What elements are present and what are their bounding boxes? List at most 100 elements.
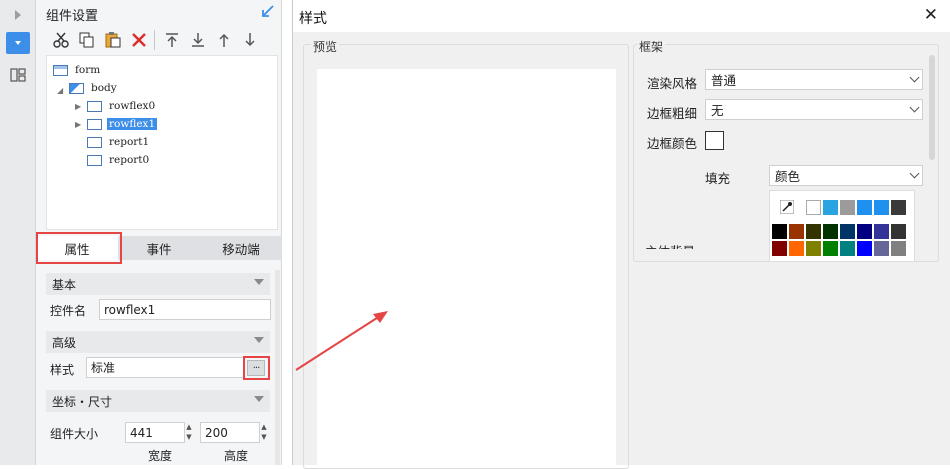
section-position-size[interactable]: 坐标・尺寸 bbox=[46, 390, 270, 412]
color-swatch[interactable] bbox=[806, 241, 821, 256]
tree-node-body[interactable]: body bbox=[69, 80, 119, 96]
color-swatch[interactable] bbox=[840, 224, 855, 239]
style-label: 样式 bbox=[50, 363, 75, 377]
height-stepper[interactable]: ▲ ▼ bbox=[259, 422, 269, 442]
cut-icon[interactable] bbox=[52, 31, 70, 49]
color-swatch[interactable] bbox=[772, 241, 787, 256]
scrollbar[interactable] bbox=[929, 55, 935, 160]
color-swatch[interactable] bbox=[772, 224, 787, 239]
color-palette bbox=[769, 190, 915, 262]
tree-node-label: form bbox=[75, 64, 101, 76]
border-width-select[interactable]: 无 bbox=[705, 99, 923, 120]
color-swatch[interactable] bbox=[789, 241, 804, 256]
expand-right-icon[interactable]: ▶ bbox=[75, 120, 81, 129]
style-dialog: 样式 ✕ 预览 框架 渲染风格 普通 边框粗细 无 边框颜色 填充 颜色 主体背… bbox=[292, 0, 950, 469]
side-strip bbox=[0, 0, 36, 465]
copy-icon[interactable] bbox=[78, 31, 96, 49]
border-color-label: 边框颜色 bbox=[647, 136, 698, 151]
section-title: 基本 bbox=[52, 277, 77, 292]
preview-canvas bbox=[317, 69, 616, 465]
tree-node-form[interactable]: form bbox=[53, 62, 102, 78]
section-basic[interactable]: 基本 bbox=[46, 273, 270, 295]
highlight-box bbox=[36, 232, 122, 264]
delete-icon[interactable] bbox=[130, 31, 148, 49]
color-swatch[interactable] bbox=[840, 200, 855, 215]
tab-mobile[interactable]: 移动端 bbox=[200, 236, 282, 260]
tree-node-label: rowflex0 bbox=[109, 100, 156, 112]
layout-icon[interactable] bbox=[6, 64, 30, 86]
body-icon bbox=[69, 82, 84, 94]
dialog-title: 样式 bbox=[299, 11, 327, 27]
component-settings-panel: 组件设置 form ◢ body ▶ rowflex0 ▶ rowflex1 r… bbox=[36, 0, 282, 465]
color-swatch[interactable] bbox=[806, 200, 821, 215]
eyedropper-icon[interactable] bbox=[779, 199, 795, 217]
paste-icon[interactable] bbox=[104, 31, 122, 49]
component-settings-icon[interactable] bbox=[6, 32, 30, 54]
color-swatch[interactable] bbox=[857, 241, 872, 256]
report-icon bbox=[87, 136, 102, 148]
render-style-select[interactable]: 普通 bbox=[705, 69, 923, 90]
body-background-label: 主体背景 bbox=[645, 241, 695, 249]
collapse-arrow-icon[interactable] bbox=[6, 4, 30, 26]
height-input[interactable]: 200 bbox=[200, 422, 260, 443]
move-to-bottom-icon[interactable] bbox=[189, 31, 207, 49]
chevron-down-icon bbox=[909, 72, 920, 83]
tree-node-label: body bbox=[91, 82, 117, 94]
color-swatch[interactable] bbox=[823, 224, 838, 239]
chevron-down-icon bbox=[254, 337, 264, 343]
style-input[interactable]: 标准 bbox=[86, 357, 244, 378]
width-input[interactable]: 441 bbox=[125, 422, 185, 443]
toolbar-divider bbox=[154, 30, 155, 50]
render-style-label: 渲染风格 bbox=[647, 76, 698, 91]
move-down-icon[interactable] bbox=[241, 31, 259, 49]
render-style-value: 普通 bbox=[711, 73, 737, 88]
tree-node-rowflex1[interactable]: rowflex1 bbox=[87, 116, 158, 132]
color-swatch[interactable] bbox=[789, 224, 804, 239]
width-stepper[interactable]: ▲ ▼ bbox=[184, 422, 194, 442]
border-width-label: 边框粗细 bbox=[647, 106, 698, 121]
size-label: 组件大小 bbox=[50, 427, 99, 441]
color-swatch[interactable] bbox=[806, 224, 821, 239]
pin-icon[interactable] bbox=[261, 4, 275, 21]
section-title: 高级 bbox=[52, 335, 77, 350]
color-swatch[interactable] bbox=[874, 241, 889, 256]
color-swatch[interactable] bbox=[857, 224, 872, 239]
scrollbar[interactable] bbox=[275, 270, 280, 465]
color-swatch[interactable] bbox=[891, 241, 906, 256]
frame-label: 框架 bbox=[637, 38, 666, 55]
color-swatch[interactable] bbox=[874, 200, 889, 215]
dialog-titlebar bbox=[293, 0, 950, 32]
form-icon bbox=[53, 64, 68, 76]
expand-down-icon[interactable]: ◢ bbox=[57, 86, 63, 95]
tree-node-label: rowflex1 bbox=[107, 118, 158, 130]
color-swatch[interactable] bbox=[857, 200, 872, 215]
tree-node-report0[interactable]: report0 bbox=[87, 152, 151, 168]
control-name-label: 控件名 bbox=[50, 304, 87, 318]
close-icon[interactable]: ✕ bbox=[924, 5, 938, 25]
tree-node-report1[interactable]: report1 bbox=[87, 134, 151, 150]
chevron-down-icon bbox=[909, 102, 920, 113]
chevron-down-icon bbox=[254, 396, 264, 402]
color-swatch[interactable] bbox=[823, 200, 838, 215]
tree-node-label: report0 bbox=[109, 154, 150, 166]
component-tree: form ◢ body ▶ rowflex0 ▶ rowflex1 report… bbox=[46, 55, 278, 230]
color-swatch[interactable] bbox=[891, 200, 906, 215]
rowflex-icon bbox=[87, 118, 102, 130]
border-width-value: 无 bbox=[711, 103, 724, 118]
chevron-down-icon bbox=[909, 168, 920, 179]
expand-right-icon[interactable]: ▶ bbox=[75, 102, 81, 111]
border-color-swatch[interactable] bbox=[705, 131, 724, 150]
color-swatch[interactable] bbox=[874, 224, 889, 239]
tab-events[interactable]: 事件 bbox=[118, 236, 200, 260]
move-up-icon[interactable] bbox=[215, 31, 233, 49]
move-to-top-icon[interactable] bbox=[163, 31, 181, 49]
fill-select[interactable]: 颜色 bbox=[769, 165, 923, 186]
color-swatch[interactable] bbox=[891, 224, 906, 239]
control-name-input[interactable]: rowflex1 bbox=[99, 299, 271, 320]
width-caption: 宽度 bbox=[148, 449, 173, 463]
highlight-box bbox=[243, 356, 270, 380]
tree-node-rowflex0[interactable]: rowflex0 bbox=[87, 98, 157, 114]
color-swatch[interactable] bbox=[823, 241, 838, 256]
color-swatch[interactable] bbox=[840, 241, 855, 256]
section-advanced[interactable]: 高级 bbox=[46, 331, 270, 353]
